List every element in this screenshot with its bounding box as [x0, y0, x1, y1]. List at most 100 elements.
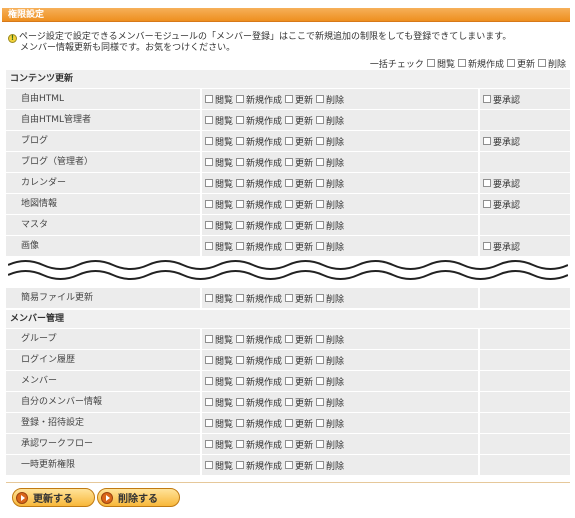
approve-checkbox[interactable] — [483, 95, 491, 103]
delete-checkbox[interactable] — [316, 356, 325, 364]
create-checkbox[interactable] — [236, 440, 245, 448]
create-checkbox[interactable] — [236, 158, 245, 166]
delete-checkbox[interactable] — [316, 158, 325, 166]
view-checkbox[interactable] — [205, 179, 213, 187]
view-checkbox[interactable] — [205, 398, 213, 406]
update-option: 更新 — [285, 438, 313, 451]
delete-checkbox[interactable] — [316, 294, 325, 302]
permission-row: ログイン履歴 閲覧 新規作成 更新 削除 — [6, 350, 570, 370]
update-checkbox[interactable] — [285, 242, 294, 250]
view-checkbox[interactable] — [205, 294, 213, 302]
delete-checkbox[interactable] — [316, 461, 325, 469]
approval-cell — [480, 152, 570, 172]
bulk-delete-checkbox[interactable] — [537, 59, 546, 67]
permission-row: マスタ 閲覧 新規作成 更新 削除 — [6, 215, 570, 235]
create-checkbox[interactable] — [236, 461, 245, 469]
update-checkbox[interactable] — [285, 116, 294, 124]
delete-checkbox[interactable] — [316, 116, 325, 124]
bulk-create-checkbox[interactable] — [457, 59, 466, 67]
update-checkbox[interactable] — [285, 419, 294, 427]
view-checkbox[interactable] — [205, 242, 213, 250]
update-option: 更新 — [285, 333, 313, 346]
delete-checkbox[interactable] — [316, 200, 325, 208]
approval-cell — [480, 110, 570, 130]
create-option: 新規作成 — [236, 292, 282, 305]
approve-checkbox[interactable] — [483, 179, 491, 187]
update-checkbox[interactable] — [285, 440, 294, 448]
view-checkbox[interactable] — [205, 356, 213, 364]
create-label: 新規作成 — [246, 200, 283, 211]
view-checkbox[interactable] — [205, 461, 213, 469]
delete-button[interactable]: 削除する — [97, 488, 180, 507]
delete-checkbox[interactable] — [316, 242, 325, 250]
delete-checkbox[interactable] — [316, 335, 325, 343]
update-checkbox[interactable] — [285, 356, 294, 364]
approve-checkbox[interactable] — [483, 200, 491, 208]
create-option: 新規作成 — [236, 240, 282, 253]
view-checkbox[interactable] — [205, 158, 213, 166]
create-checkbox[interactable] — [236, 419, 245, 427]
create-checkbox[interactable] — [236, 356, 245, 364]
view-label: 閲覧 — [215, 419, 234, 430]
bulk-view-checkbox[interactable] — [426, 59, 435, 67]
create-checkbox[interactable] — [236, 377, 245, 385]
view-checkbox[interactable] — [205, 440, 213, 448]
update-checkbox[interactable] — [285, 461, 294, 469]
approve-checkbox[interactable] — [483, 137, 491, 145]
delete-checkbox[interactable] — [316, 95, 325, 103]
update-label: 更新 — [295, 419, 314, 430]
delete-label: 削除 — [326, 116, 345, 127]
create-checkbox[interactable] — [236, 116, 245, 124]
update-checkbox[interactable] — [285, 221, 294, 229]
view-checkbox[interactable] — [205, 137, 213, 145]
create-checkbox[interactable] — [236, 200, 245, 208]
update-checkbox[interactable] — [285, 137, 294, 145]
delete-label: 削除 — [326, 242, 345, 253]
bulk-update-checkbox[interactable] — [506, 59, 515, 67]
delete-checkbox[interactable] — [316, 440, 325, 448]
create-option: 新規作成 — [236, 417, 282, 430]
create-checkbox[interactable] — [236, 398, 245, 406]
approve-checkbox[interactable] — [483, 242, 491, 250]
view-checkbox[interactable] — [205, 116, 213, 124]
delete-option: 削除 — [316, 292, 344, 305]
update-checkbox[interactable] — [285, 335, 294, 343]
create-checkbox[interactable] — [236, 137, 245, 145]
permission-checkboxes: 閲覧 新規作成 更新 削除 — [202, 131, 478, 151]
view-checkbox[interactable] — [205, 200, 213, 208]
update-option: 更新 — [285, 198, 313, 211]
update-checkbox[interactable] — [285, 95, 294, 103]
update-checkbox[interactable] — [285, 179, 294, 187]
update-checkbox[interactable] — [285, 377, 294, 385]
view-checkbox[interactable] — [205, 419, 213, 427]
create-checkbox[interactable] — [236, 95, 245, 103]
view-label: 閲覧 — [215, 398, 234, 409]
view-checkbox[interactable] — [205, 335, 213, 343]
create-checkbox[interactable] — [236, 335, 245, 343]
view-checkbox[interactable] — [205, 221, 213, 229]
permission-checkboxes: 閲覧 新規作成 更新 削除 — [202, 110, 478, 130]
view-checkbox[interactable] — [205, 377, 213, 385]
view-checkbox[interactable] — [205, 95, 213, 103]
update-checkbox[interactable] — [285, 200, 294, 208]
update-checkbox[interactable] — [285, 398, 294, 406]
delete-checkbox[interactable] — [316, 221, 325, 229]
update-checkbox[interactable] — [285, 158, 294, 166]
delete-checkbox[interactable] — [316, 377, 325, 385]
delete-option: 削除 — [316, 417, 344, 430]
approve-option: 要承認 — [483, 93, 520, 106]
delete-checkbox[interactable] — [316, 398, 325, 406]
create-checkbox[interactable] — [236, 242, 245, 250]
permission-row-name: カレンダー — [6, 173, 200, 193]
approval-cell: 要承認 — [480, 89, 570, 109]
approval-cell: 要承認 — [480, 173, 570, 193]
delete-checkbox[interactable] — [316, 419, 325, 427]
create-checkbox[interactable] — [236, 221, 245, 229]
create-checkbox[interactable] — [236, 179, 245, 187]
delete-checkbox[interactable] — [316, 179, 325, 187]
create-checkbox[interactable] — [236, 294, 245, 302]
update-checkbox[interactable] — [285, 294, 294, 302]
delete-checkbox[interactable] — [316, 137, 325, 145]
delete-label: 削除 — [326, 356, 345, 367]
update-button[interactable]: 更新する — [12, 488, 95, 507]
